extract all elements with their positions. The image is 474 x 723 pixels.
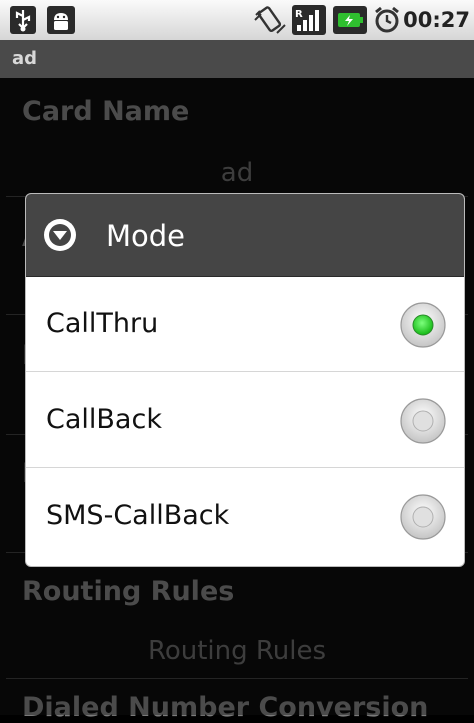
status-bar: R 00:27 — [0, 0, 474, 40]
alarm-icon — [372, 5, 402, 35]
radio-selected-icon[interactable] — [400, 302, 446, 348]
signal-icon: R — [292, 5, 326, 35]
svg-text:R: R — [295, 9, 303, 20]
mode-dialog: Mode CallThru CallBack SMS-CallBack — [26, 194, 464, 566]
dropdown-circle-icon — [43, 218, 77, 252]
option-label: SMS-CallBack — [46, 500, 230, 531]
option-sms-callback[interactable]: SMS-CallBack — [26, 468, 464, 564]
vibrate-icon — [252, 5, 288, 35]
radio-unselected-icon[interactable] — [400, 398, 446, 444]
radio-unselected-icon[interactable] — [400, 494, 446, 540]
android-debug-icon — [46, 5, 76, 35]
option-label: CallThru — [46, 308, 159, 339]
battery-icon — [333, 5, 367, 35]
option-callback[interactable]: CallBack — [26, 372, 464, 468]
clock-time: 00:27 — [403, 8, 470, 32]
usb-icon — [8, 5, 38, 35]
window-title: ad — [0, 40, 474, 78]
dialog-title: Mode — [106, 219, 186, 253]
dialog-header: Mode — [26, 194, 464, 277]
option-callthru[interactable]: CallThru — [26, 276, 464, 372]
option-label: CallBack — [46, 404, 162, 435]
